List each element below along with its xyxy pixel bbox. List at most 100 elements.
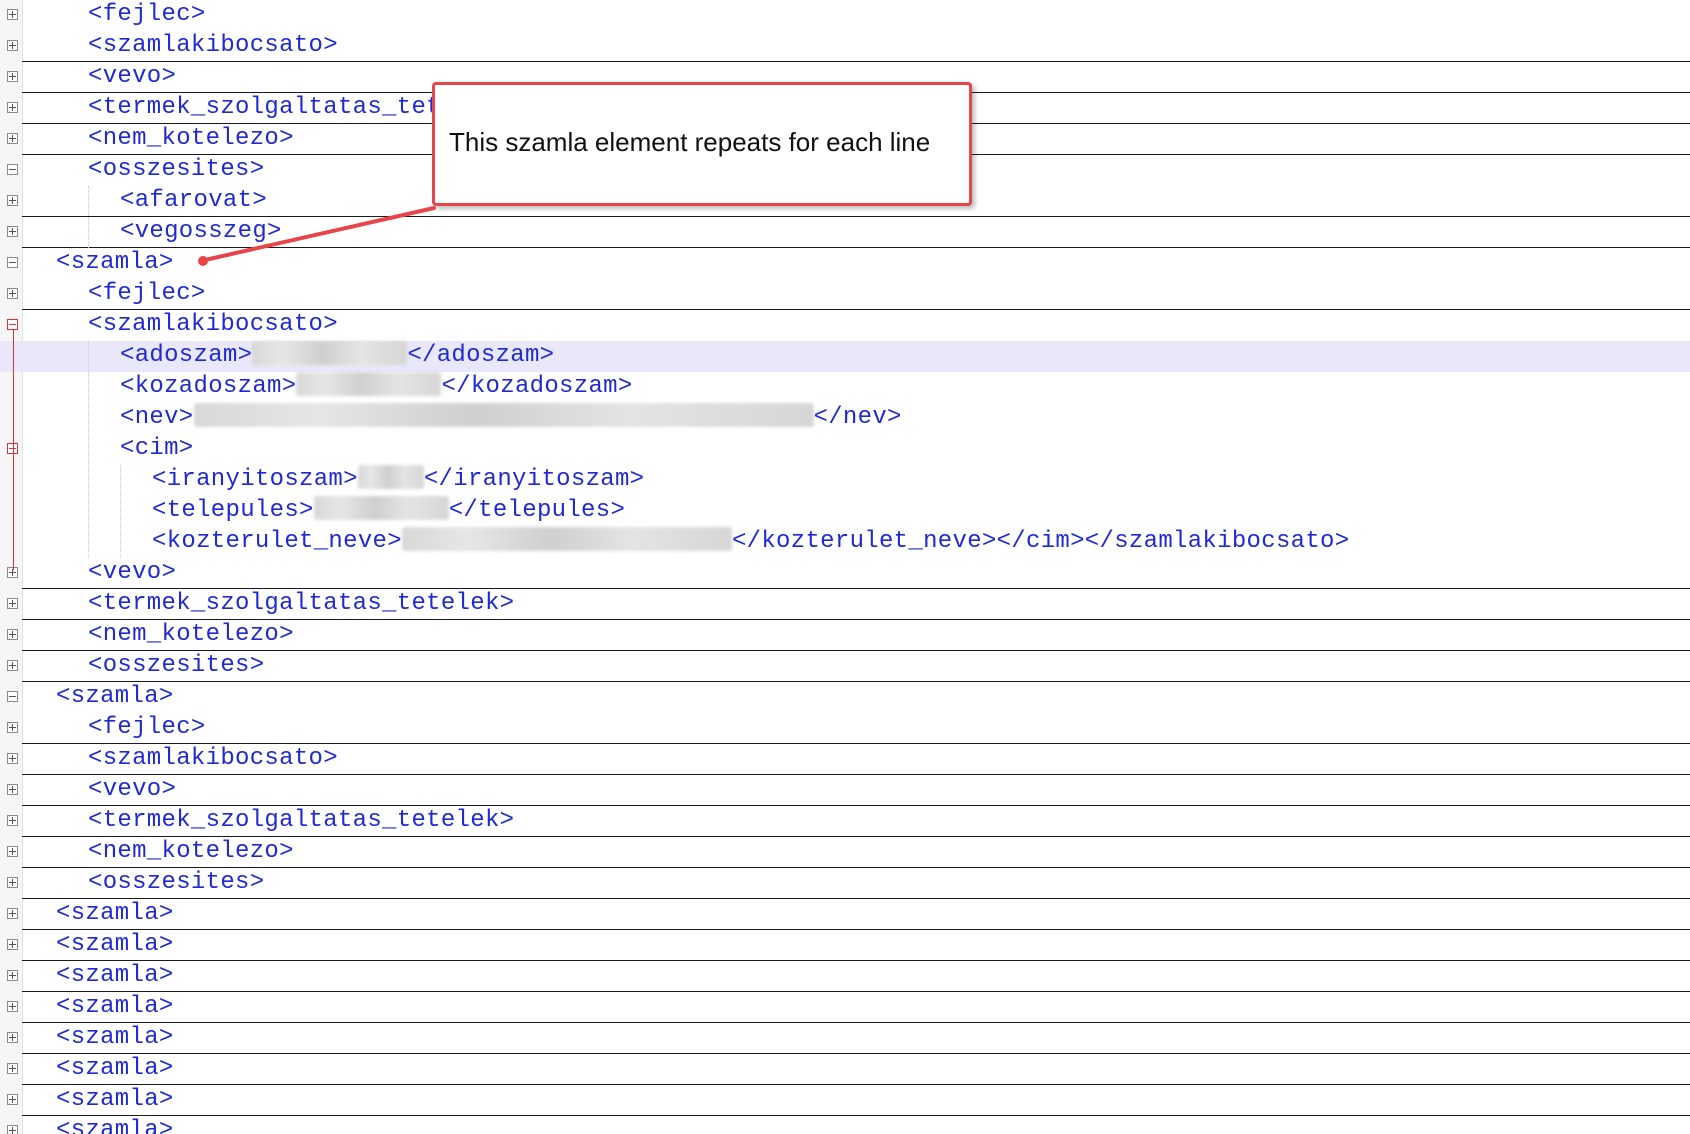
code-line[interactable]: <nev> </nev> — [0, 403, 1690, 434]
code-line[interactable]: <szamlakibocsato> — [0, 31, 1690, 62]
fold-expand-icon[interactable] — [7, 288, 18, 299]
xml-tag: <vevo> — [88, 61, 176, 92]
xml-tag: <vegosszeg> — [120, 216, 282, 247]
code-line[interactable]: <iranyitoszam> </iranyitoszam> — [0, 465, 1690, 496]
code-line[interactable]: <vegosszeg> — [0, 217, 1690, 248]
code-line[interactable]: <termek_szolgaltatas_tetelek> — [0, 589, 1690, 620]
fold-region-marker — [13, 330, 14, 570]
xml-tag: <osszesites> — [88, 650, 264, 681]
fold-expand-icon[interactable] — [7, 908, 18, 919]
fold-expand-icon[interactable] — [7, 970, 18, 981]
closing-tag-text: </adoszam> — [407, 342, 555, 369]
code-line[interactable]: <szamla> — [0, 1023, 1690, 1054]
fold-expand-icon[interactable] — [7, 753, 18, 764]
fold-expand-icon[interactable] — [7, 815, 18, 826]
fold-expand-icon[interactable] — [7, 195, 18, 206]
tag-text: <szamla> — [56, 931, 174, 958]
tag-text: <nev> — [120, 404, 194, 431]
xml-tag: <kozadoszam> </kozadoszam> — [120, 371, 633, 402]
tag-text: <szamla> — [56, 993, 174, 1020]
fold-expand-icon[interactable] — [7, 660, 18, 671]
code-line[interactable]: <termek_szolgaltatas_tetelek> — [0, 806, 1690, 837]
tag-text: <osszesites> — [88, 869, 265, 896]
fold-expand-icon[interactable] — [7, 629, 18, 640]
fold-collapse-icon[interactable] — [7, 257, 18, 268]
tag-text: <szamlakibocsato> — [88, 745, 338, 772]
code-line[interactable]: <kozadoszam> </kozadoszam> — [0, 372, 1690, 403]
fold-expand-icon[interactable] — [7, 102, 18, 113]
code-line[interactable]: <szamla> — [0, 930, 1690, 961]
xml-tag: <termek_szolgaltatas_tetelek> — [88, 588, 514, 619]
code-line[interactable]: <szamlakibocsato> — [0, 310, 1690, 341]
code-line[interactable]: <nem_kotelezo> — [0, 837, 1690, 868]
tag-text: <termek_szolgaltatas_tetelek> — [88, 590, 515, 617]
code-line[interactable]: <fejlec> — [0, 0, 1690, 31]
tag-text: <fejlec> — [88, 1, 206, 28]
fold-collapse-icon[interactable] — [7, 691, 18, 702]
redacted-value — [357, 465, 424, 489]
code-line[interactable]: <cim> — [0, 434, 1690, 465]
fold-expand-icon[interactable] — [7, 71, 18, 82]
fold-expand-icon[interactable] — [7, 784, 18, 795]
code-line[interactable]: <vevo> — [0, 558, 1690, 589]
xml-tag: <szamla> — [56, 681, 174, 712]
code-line[interactable]: <szamla> — [0, 899, 1690, 930]
code-line[interactable]: <szamla> — [0, 682, 1690, 713]
fold-expand-icon[interactable] — [7, 40, 18, 51]
fold-collapse-icon[interactable] — [7, 319, 18, 330]
tag-text: <szamlakibocsato> — [88, 311, 338, 338]
tag-text: <iranyitoszam> — [152, 466, 358, 493]
fold-expand-icon[interactable] — [7, 1125, 18, 1134]
xml-tag: <nem_kotelezo> — [88, 123, 294, 154]
redacted-value — [401, 527, 732, 551]
code-line[interactable]: <fejlec> — [0, 713, 1690, 744]
fold-expand-icon[interactable] — [7, 939, 18, 950]
fold-expand-icon[interactable] — [7, 133, 18, 144]
xml-tag: <termek_szolgaltatas_tetelek> — [88, 805, 514, 836]
fold-expand-icon[interactable] — [7, 877, 18, 888]
fold-expand-icon[interactable] — [7, 846, 18, 857]
xml-tag: <szamla> — [56, 247, 174, 278]
xml-tag: <szamla> — [56, 991, 174, 1022]
xml-tag: <nev> </nev> — [120, 402, 902, 433]
redacted-value — [313, 496, 449, 520]
tag-text: <fejlec> — [88, 714, 206, 741]
code-line[interactable]: <szamla> — [0, 961, 1690, 992]
code-line[interactable]: <fejlec> — [0, 279, 1690, 310]
fold-expand-icon[interactable] — [7, 722, 18, 733]
code-line[interactable]: <vevo> — [0, 775, 1690, 806]
code-line[interactable]: <osszesites> — [0, 868, 1690, 899]
xml-tag: <szamla> — [56, 1022, 174, 1053]
xml-tag: <osszesites> — [88, 867, 264, 898]
tag-text: <cim> — [120, 435, 194, 462]
fold-expand-icon[interactable] — [7, 9, 18, 20]
code-line[interactable]: <szamlakibocsato> — [0, 744, 1690, 775]
xml-editor[interactable]: <fejlec> <szamlakibocsato> <vevo> <termek_s… — [0, 0, 1690, 1134]
closing-tag-text: </telepules> — [448, 497, 626, 524]
code-line[interactable]: <szamla> — [0, 992, 1690, 1023]
xml-tag: <nem_kotelezo> — [88, 619, 294, 650]
code-line[interactable]: <szamla> — [0, 248, 1690, 279]
xml-tag: <fejlec> — [88, 712, 206, 743]
code-line[interactable]: <adoszam> </adoszam> — [0, 341, 1690, 372]
fold-expand-icon[interactable] — [7, 226, 18, 237]
code-line[interactable]: <telepules> </telepules> — [0, 496, 1690, 527]
fold-expand-icon[interactable] — [7, 598, 18, 609]
closing-tag-text: </kozterulet_neve></cim></szamlakibocsat… — [731, 528, 1350, 555]
xml-tag: <szamla> — [56, 1053, 174, 1084]
tag-text: <vegosszeg> — [120, 218, 282, 245]
fold-expand-icon[interactable] — [7, 1032, 18, 1043]
xml-tag: <telepules> </telepules> — [152, 495, 625, 526]
code-line[interactable]: <szamla> — [0, 1054, 1690, 1085]
fold-collapse-icon[interactable] — [7, 164, 18, 175]
fold-expand-icon[interactable] — [7, 1063, 18, 1074]
redacted-value — [296, 372, 442, 396]
code-line[interactable]: <szamla> — [0, 1116, 1690, 1134]
code-line[interactable]: <szamla> — [0, 1085, 1690, 1116]
code-line[interactable]: <nem_kotelezo> — [0, 620, 1690, 651]
indent-guide — [88, 341, 89, 558]
fold-expand-icon[interactable] — [7, 1001, 18, 1012]
code-line[interactable]: <kozterulet_neve> </kozterulet_neve></cim… — [0, 527, 1690, 558]
fold-expand-icon[interactable] — [7, 1094, 18, 1105]
code-line[interactable]: <osszesites> — [0, 651, 1690, 682]
